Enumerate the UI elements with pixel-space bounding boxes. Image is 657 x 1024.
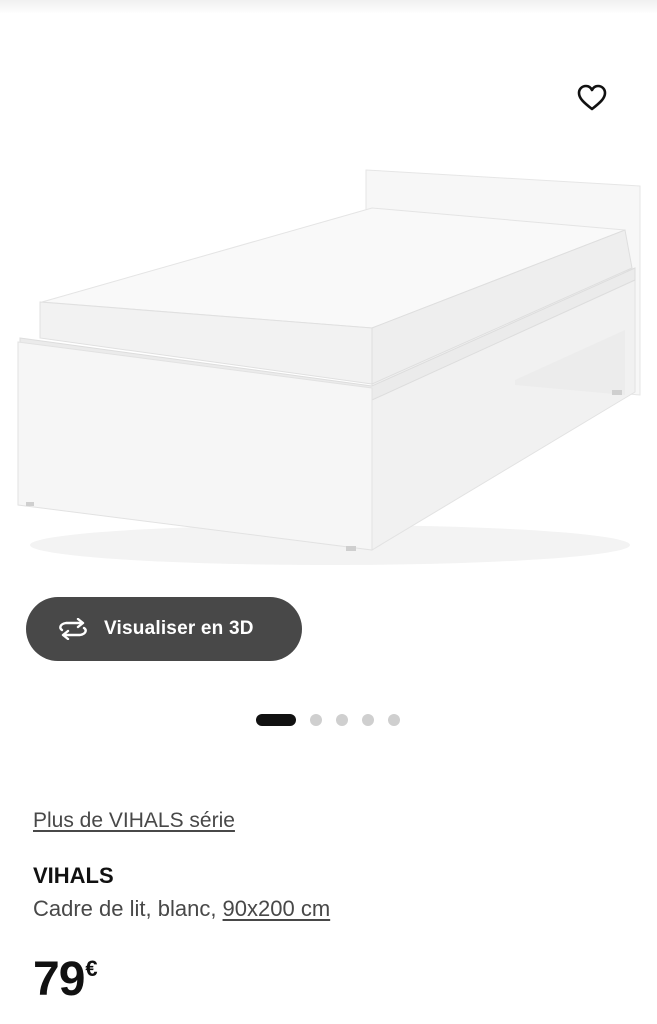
product-description: Cadre de lit, blanc, 90x200 cm: [33, 896, 330, 922]
price: 79 €: [33, 952, 98, 1008]
carousel-dot-4[interactable]: [362, 714, 374, 726]
description-text: Cadre de lit, blanc,: [33, 896, 223, 921]
price-currency: €: [85, 956, 98, 981]
view-3d-label: Visualiser en 3D: [104, 618, 254, 639]
rotate-3d-icon: [56, 617, 90, 641]
top-divider: [0, 0, 657, 14]
carousel-dot-5[interactable]: [388, 714, 400, 726]
series-link[interactable]: Plus de VIHALS série: [33, 809, 235, 833]
carousel-dot-1[interactable]: [256, 714, 296, 726]
size-link[interactable]: 90x200 cm: [223, 896, 331, 921]
product-image: [17, 169, 641, 565]
heart-outline-icon: [577, 84, 607, 111]
favorite-button[interactable]: [570, 78, 614, 118]
front-leg-left: [26, 502, 34, 506]
carousel-dots: [256, 713, 414, 727]
back-leg: [612, 390, 622, 395]
view-3d-button[interactable]: Visualiser en 3D: [26, 597, 302, 661]
carousel-dot-3[interactable]: [336, 714, 348, 726]
product-name: VIHALS: [33, 863, 114, 888]
price-amount: 79: [33, 953, 85, 1006]
front-leg-right: [346, 546, 356, 551]
carousel-dot-2[interactable]: [310, 714, 322, 726]
